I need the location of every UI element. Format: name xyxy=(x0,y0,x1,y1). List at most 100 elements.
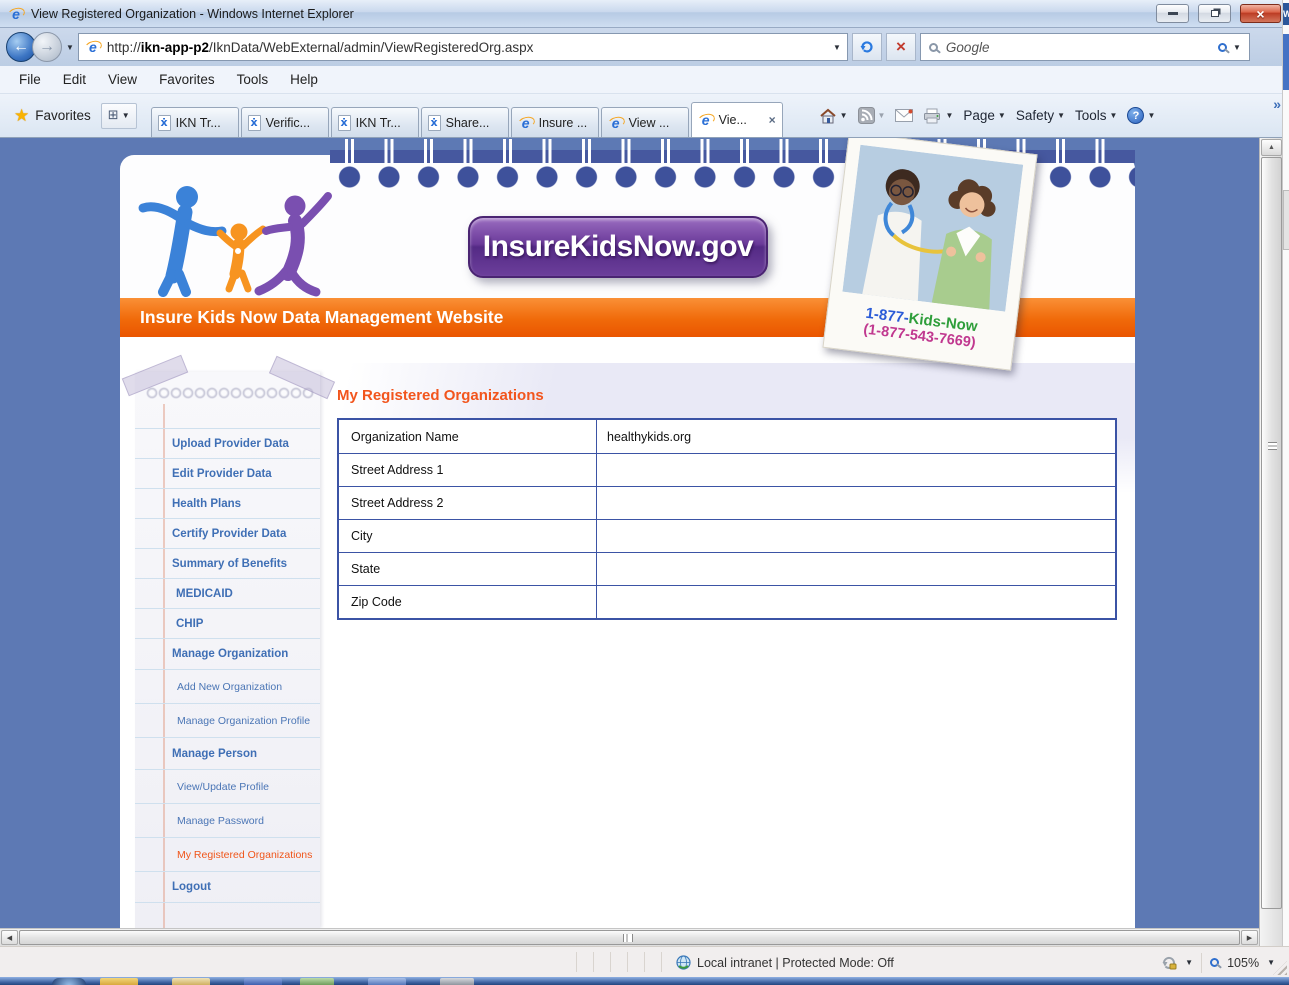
menu-tools[interactable]: Tools xyxy=(226,69,280,90)
zoom-dropdown-icon[interactable]: ▼ xyxy=(1267,958,1275,967)
safety-dropdown-icon: ▼ xyxy=(1057,111,1066,120)
scroll-thumb-grip xyxy=(1268,442,1277,450)
address-dropdown-icon[interactable]: ▼ xyxy=(833,43,841,52)
close-button[interactable]: × xyxy=(1240,4,1281,23)
tab-insure[interactable]: e Insure ... xyxy=(510,107,599,137)
url-host: ikn-app-p2 xyxy=(140,39,209,55)
print-button[interactable]: ▼ xyxy=(923,108,953,124)
start-orb[interactable] xyxy=(52,978,86,985)
sidebar-item-manage-organization[interactable]: Manage Organization xyxy=(135,638,320,669)
taskbar-item-blue-app2[interactable] xyxy=(368,978,406,985)
row-value xyxy=(597,520,1115,552)
taskbar-item-blue-app[interactable] xyxy=(244,978,282,985)
tab-view[interactable]: e View ... xyxy=(600,107,689,137)
tab-close-icon[interactable]: × xyxy=(769,113,776,127)
sidebar-item-manage-organization-profile[interactable]: Manage Organization Profile xyxy=(135,703,320,737)
mail-icon xyxy=(895,109,914,122)
sidebar-item-manage-password[interactable]: Manage Password xyxy=(135,803,320,837)
sidebar-item-upload-provider-data[interactable]: Upload Provider Data xyxy=(135,428,320,458)
toolbar-chevron-icon[interactable]: » xyxy=(1273,96,1281,112)
sidebar-item-add-new-organization[interactable]: Add New Organization xyxy=(135,669,320,703)
forward-button[interactable]: → xyxy=(32,32,62,62)
status-bar-segments xyxy=(576,952,668,972)
row-label: State xyxy=(339,553,597,585)
tab-verification[interactable]: ẋ Verific... xyxy=(240,107,329,137)
taskbar-item-green-app[interactable] xyxy=(300,978,334,985)
horizontal-scroll-thumb[interactable] xyxy=(19,930,1240,945)
sidebar-nav: Upload Provider Data Edit Provider Data … xyxy=(135,428,320,903)
page-menu-button[interactable]: Page ▼ xyxy=(963,108,1005,123)
organization-table: Organization Name healthykids.org Street… xyxy=(337,418,1117,620)
row-value: healthykids.org xyxy=(607,429,692,444)
horizontal-scrollbar[interactable]: ◀ ▶ xyxy=(0,928,1259,946)
tab-view-registered-org-active[interactable]: e Vie... × xyxy=(690,102,783,137)
menu-view[interactable]: View xyxy=(97,69,148,90)
taskbar[interactable] xyxy=(0,977,1289,985)
zoom-level: 105% xyxy=(1227,955,1260,970)
scroll-right-button[interactable]: ▶ xyxy=(1241,930,1258,945)
search-box[interactable]: ▼ xyxy=(919,33,1250,61)
tab-label: Vie... xyxy=(718,113,747,127)
sidebar-item-health-plans[interactable]: Health Plans xyxy=(135,488,320,518)
restore-button[interactable] xyxy=(1198,4,1231,23)
zone-settings-icon[interactable] xyxy=(1161,955,1177,971)
scroll-thumb-grip xyxy=(623,934,633,942)
vertical-scroll-thumb[interactable] xyxy=(1261,157,1282,909)
zoom-lens-icon xyxy=(1210,958,1220,967)
vertical-scrollbar[interactable]: ▲ xyxy=(1259,138,1282,946)
menu-favorites[interactable]: Favorites xyxy=(148,69,226,90)
sidebar-item-label: View/Update Profile xyxy=(177,780,270,793)
scroll-left-button[interactable]: ◀ xyxy=(1,930,18,945)
sidebar-item-label: Edit Provider Data xyxy=(172,467,272,480)
tab-share[interactable]: ẋ Share... xyxy=(420,107,509,137)
taskbar-item-gray-app[interactable] xyxy=(440,978,474,985)
sidebar-item-certify-provider-data[interactable]: Certify Provider Data xyxy=(135,518,320,548)
table-row: Organization Name healthykids.org xyxy=(339,420,1115,453)
menu-edit[interactable]: Edit xyxy=(52,69,97,90)
favorites-button[interactable]: ★ Favorites xyxy=(4,102,101,130)
history-dropdown-icon[interactable]: ▼ xyxy=(66,43,74,52)
sidebar-item-view-update-profile[interactable]: View/Update Profile xyxy=(135,769,320,803)
search-input[interactable] xyxy=(943,38,1212,56)
page-dropdown-icon: ▼ xyxy=(997,111,1006,120)
zone-text: Local intranet | Protected Mode: Off xyxy=(697,955,894,970)
stop-button[interactable]: × xyxy=(885,33,916,61)
home-icon xyxy=(819,108,836,123)
minimize-button[interactable] xyxy=(1156,4,1189,23)
tools-menu-button[interactable]: Tools ▼ xyxy=(1075,108,1117,123)
tab-ikn-tr-1[interactable]: ẋ IKN Tr... xyxy=(150,107,239,137)
tab-ikn-tr-2[interactable]: ẋ IKN Tr... xyxy=(330,107,419,137)
quick-tabs-button[interactable]: ⊞ ▼ xyxy=(100,102,137,129)
safety-menu-button[interactable]: Safety ▼ xyxy=(1016,108,1065,123)
zone-dropdown-icon[interactable]: ▼ xyxy=(1185,958,1193,967)
search-icon[interactable] xyxy=(1218,42,1227,52)
taskbar-item-folder2[interactable] xyxy=(172,978,210,985)
sidebar-item-manage-person[interactable]: Manage Person xyxy=(135,737,320,769)
home-dropdown-icon: ▼ xyxy=(839,111,848,120)
status-bar: Local intranet | Protected Mode: Off ▼ 1… xyxy=(0,946,1289,977)
search-dropdown-icon[interactable]: ▼ xyxy=(1233,43,1241,52)
scroll-up-button[interactable]: ▲ xyxy=(1261,139,1282,156)
read-mail-button[interactable] xyxy=(895,109,914,122)
insurekidsnow-logo: InsureKidsNow.gov xyxy=(468,216,768,278)
ie-tab-icon: e xyxy=(698,112,714,128)
taskbar-item-folder[interactable] xyxy=(100,978,138,985)
sidebar-item-chip[interactable]: CHIP xyxy=(135,608,320,638)
row-label: Organization Name xyxy=(339,420,597,453)
sidebar-item-logout[interactable]: Logout xyxy=(135,871,320,903)
doc-person-icon: ẋ xyxy=(247,114,261,131)
sidebar-item-summary-of-benefits[interactable]: Summary of Benefits xyxy=(135,548,320,578)
feeds-button[interactable]: ▼ xyxy=(857,107,885,124)
sidebar-item-label: My Registered Organizations xyxy=(177,848,313,861)
tab-label: Share... xyxy=(445,115,490,130)
menu-help[interactable]: Help xyxy=(279,69,329,90)
sidebar-item-edit-provider-data[interactable]: Edit Provider Data xyxy=(135,458,320,488)
address-bar[interactable]: e http://ikn-app-p2/IknData/WebExternal/… xyxy=(77,33,848,61)
sidebar-item-medicaid[interactable]: MEDICAID xyxy=(135,578,320,608)
menu-file[interactable]: File xyxy=(8,69,52,90)
resize-grip[interactable] xyxy=(1273,961,1287,975)
sidebar-item-my-registered-organizations[interactable]: My Registered Organizations xyxy=(135,837,320,871)
home-button[interactable]: ▼ xyxy=(819,108,848,124)
help-button[interactable]: ? ▼ xyxy=(1127,107,1155,124)
refresh-button[interactable] xyxy=(851,33,882,61)
